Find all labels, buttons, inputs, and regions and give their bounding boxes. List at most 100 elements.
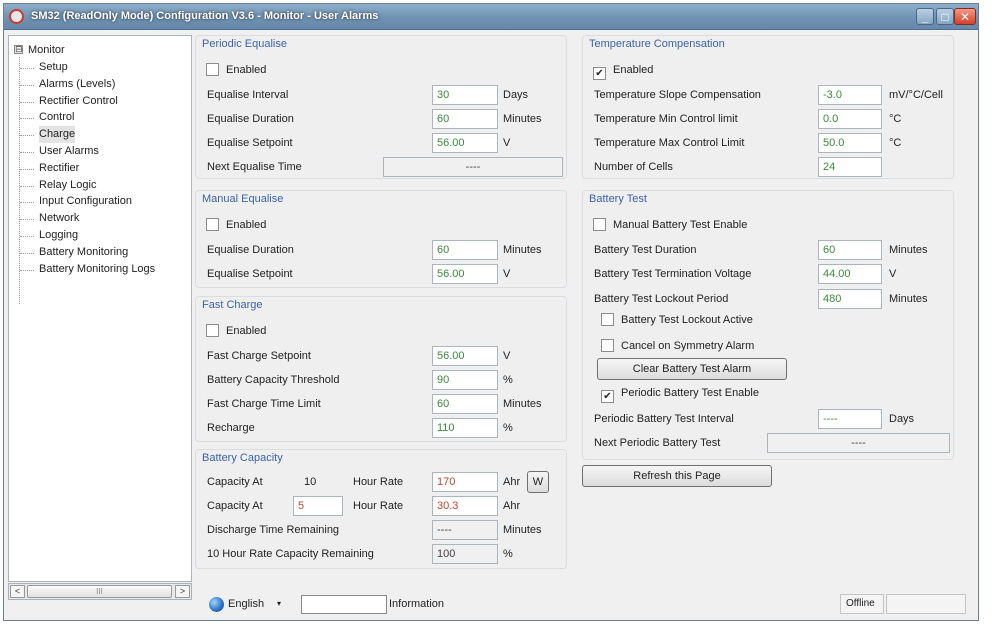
capacity-custom-unit: Ahr bbox=[503, 500, 521, 512]
group-title: Fast Charge bbox=[202, 299, 263, 311]
lockout-active-checkbox[interactable]: Battery Test Lockout Active bbox=[601, 313, 753, 330]
equalise-interval-input[interactable] bbox=[432, 85, 498, 105]
manual-equalise-enabled-checkbox[interactable]: Enabled bbox=[206, 218, 266, 235]
tree-item-user-alarms[interactable]: User Alarms bbox=[39, 143, 99, 160]
periodic-equalise-enabled-checkbox[interactable]: Enabled bbox=[206, 63, 266, 80]
temp-compensation-enabled-checkbox[interactable]: ✔ Enabled bbox=[593, 63, 653, 80]
collapse-icon[interactable]: ⊟ bbox=[14, 45, 23, 54]
checkbox-box[interactable]: ✔ bbox=[601, 390, 614, 403]
temp-max-unit: °C bbox=[889, 137, 902, 149]
tree-connector bbox=[20, 236, 34, 237]
temp-max-input[interactable] bbox=[818, 133, 882, 153]
group-manual-equalise: Manual Equalise Enabled Equalise Duratio… bbox=[195, 190, 567, 288]
equalise-interval-label: Equalise Interval bbox=[207, 89, 289, 101]
manual-battery-test-checkbox[interactable]: Manual Battery Test Enable bbox=[593, 218, 747, 235]
next-equalise-time-value: ---- bbox=[383, 157, 563, 177]
chevron-down-icon[interactable]: ▾ bbox=[277, 599, 281, 608]
temp-min-unit: °C bbox=[889, 113, 902, 125]
equalise-setpoint-label: Equalise Setpoint bbox=[207, 137, 293, 149]
close-button[interactable]: ✕ bbox=[954, 8, 976, 25]
temp-slope-label: Temperature Slope Compensation bbox=[594, 89, 761, 101]
temp-slope-unit: mV/°C/Cell bbox=[889, 89, 943, 101]
status-panel bbox=[886, 594, 966, 614]
recharge-input[interactable] bbox=[432, 418, 498, 438]
checkbox-box[interactable] bbox=[601, 313, 614, 326]
checkbox-box[interactable] bbox=[593, 218, 606, 231]
equalise-setpoint-input[interactable] bbox=[432, 133, 498, 153]
recharge-unit: % bbox=[503, 422, 513, 434]
tree-item-rectifier[interactable]: Rectifier bbox=[39, 160, 79, 177]
fast-charge-time-limit-label: Fast Charge Time Limit bbox=[207, 398, 321, 410]
capacity-hours-value: 10 bbox=[304, 476, 317, 488]
periodic-battery-test-checkbox[interactable]: ✔ Periodic Battery Test Enable bbox=[601, 386, 759, 403]
rate-capacity-remaining-unit: % bbox=[503, 548, 513, 560]
tree-item-alarms-levels[interactable]: Alarms (Levels) bbox=[39, 76, 115, 93]
title-bar[interactable]: SM32 (ReadOnly Mode) Configuration V3.6 … bbox=[4, 4, 978, 30]
capacity-10h-input[interactable] bbox=[432, 472, 498, 492]
lockout-period-unit: Minutes bbox=[889, 293, 928, 305]
fast-charge-time-limit-input[interactable] bbox=[432, 394, 498, 414]
capacity-custom-input[interactable] bbox=[432, 496, 498, 516]
w-button[interactable]: W bbox=[527, 471, 549, 493]
battery-test-duration-input[interactable] bbox=[818, 240, 882, 260]
recharge-label: Recharge bbox=[207, 422, 255, 434]
tree-connector bbox=[20, 186, 34, 187]
cancel-symmetry-checkbox[interactable]: Cancel on Symmetry Alarm bbox=[601, 339, 754, 356]
manual-equalise-setpoint-input[interactable] bbox=[432, 264, 498, 284]
capacity-hours-input[interactable] bbox=[293, 496, 343, 516]
app-icon bbox=[9, 9, 24, 24]
group-fast-charge: Fast Charge Enabled Fast Charge Setpoint… bbox=[195, 296, 567, 442]
tree-connector bbox=[20, 68, 34, 69]
checkbox-box[interactable] bbox=[206, 218, 219, 231]
tree-item-battery-monitoring[interactable]: Battery Monitoring bbox=[39, 244, 128, 261]
capacity-threshold-input[interactable] bbox=[432, 370, 498, 390]
tree-item-charge[interactable]: Charge bbox=[39, 126, 76, 143]
maximize-button[interactable]: □ bbox=[936, 8, 954, 25]
manual-equalise-duration-input[interactable] bbox=[432, 240, 498, 260]
lockout-period-input[interactable] bbox=[818, 289, 882, 309]
checkbox-box[interactable] bbox=[206, 63, 219, 76]
fast-charge-setpoint-input[interactable] bbox=[432, 346, 498, 366]
termination-voltage-unit: V bbox=[889, 268, 897, 280]
tree-item-logging[interactable]: Logging bbox=[39, 227, 78, 244]
language-selector[interactable]: English bbox=[228, 598, 264, 610]
checkbox-box[interactable]: ✔ bbox=[593, 67, 606, 80]
rate-capacity-remaining-label: 10 Hour Rate Capacity Remaining bbox=[207, 548, 374, 560]
navigation-tree: ⊟ Monitor Setup Alarms (Levels) Rectifier C… bbox=[8, 35, 192, 582]
tree-item-input-configuration[interactable]: Input Configuration bbox=[39, 193, 132, 210]
tree-item-control[interactable]: Control bbox=[39, 109, 74, 126]
checkbox-label: Enabled bbox=[226, 64, 267, 76]
minimize-button[interactable]: _ bbox=[916, 8, 934, 25]
tree-item-relay-logic[interactable]: Relay Logic bbox=[39, 177, 96, 194]
information-field bbox=[301, 595, 387, 614]
refresh-page-button[interactable]: Refresh this Page bbox=[582, 465, 772, 487]
checkbox-label: Enabled bbox=[613, 64, 654, 76]
checkbox-box[interactable] bbox=[601, 339, 614, 352]
tree-item-battery-monitoring-logs[interactable]: Battery Monitoring Logs bbox=[39, 261, 155, 278]
fast-charge-enabled-checkbox[interactable]: Enabled bbox=[206, 324, 266, 341]
termination-voltage-input[interactable] bbox=[818, 264, 882, 284]
group-battery-capacity: Battery Capacity Capacity At 10 Hour Rat… bbox=[195, 449, 567, 569]
group-title: Temperature Compensation bbox=[589, 38, 725, 50]
periodic-interval-input[interactable] bbox=[818, 409, 882, 429]
main-window: SM32 (ReadOnly Mode) Configuration V3.6 … bbox=[3, 3, 979, 621]
temp-min-input[interactable] bbox=[818, 109, 882, 129]
clear-battery-test-alarm-button[interactable]: Clear Battery Test Alarm bbox=[597, 358, 787, 380]
group-title: Periodic Equalise bbox=[202, 38, 287, 50]
tree-connector bbox=[20, 152, 34, 153]
tree-root-monitor[interactable]: ⊟ Monitor bbox=[14, 42, 65, 59]
tree-connector bbox=[20, 85, 34, 86]
globe-icon[interactable] bbox=[209, 597, 224, 612]
checkbox-label: Battery Test Lockout Active bbox=[621, 314, 753, 326]
tree-item-setup[interactable]: Setup bbox=[39, 59, 68, 76]
tree-item-network[interactable]: Network bbox=[39, 210, 79, 227]
number-of-cells-label: Number of Cells bbox=[594, 161, 673, 173]
manual-equalise-duration-label: Equalise Duration bbox=[207, 244, 294, 256]
tree-item-rectifier-control[interactable]: Rectifier Control bbox=[39, 93, 118, 110]
tree-connector bbox=[20, 169, 34, 170]
number-of-cells-input[interactable] bbox=[818, 157, 882, 177]
temp-slope-input[interactable] bbox=[818, 85, 882, 105]
checkbox-box[interactable] bbox=[206, 324, 219, 337]
capacity-10h-unit: Ahr bbox=[503, 476, 521, 488]
equalise-duration-input[interactable] bbox=[432, 109, 498, 129]
